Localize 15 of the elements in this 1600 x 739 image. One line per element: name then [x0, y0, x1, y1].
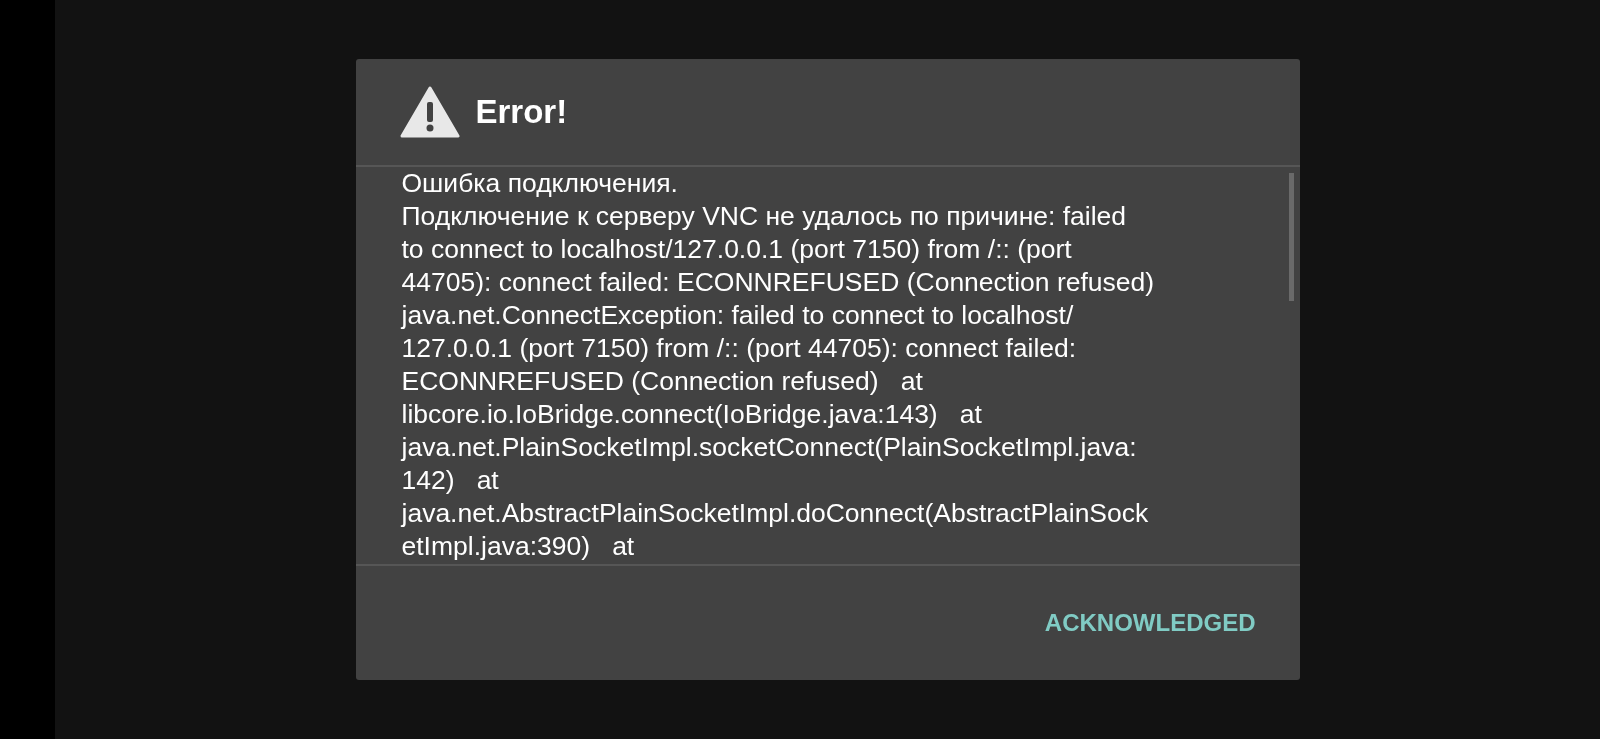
dialog-title: Error! [475, 93, 568, 131]
message-line: ECONNREFUSED (Connection refused) at [401, 365, 924, 398]
message-line: etImpl.java:390) at [401, 530, 636, 563]
acknowledge-button[interactable]: ACKNOWLEDGED [1044, 601, 1256, 645]
warning-icon [399, 86, 460, 138]
message-line: java.net.ConnectException: failed to connect to localhost/ [401, 299, 1075, 332]
message-line: 127.0.0.1 (port 7150) from /:: (port 44705): connect failed: [401, 332, 1078, 365]
message-line: Ошибка подключения. [401, 167, 679, 200]
message-line: java.net.PlainSocketImpl.socketConnect(PlainSocketImpl.java: [401, 431, 1138, 464]
message-line: libcore.io.IoBridge.connect(IoBridge.java:143) at [401, 398, 983, 431]
message-line: Подключение к серверу VNC не удалось по причине: failed [401, 200, 1128, 233]
message-line: java.net.AbstractPlainSocketImpl.doConnect(AbstractPlainSock [401, 497, 1150, 530]
message-line: to connect to localhost/127.0.0.1 (port 7150) from /:: (port [401, 233, 1073, 266]
message-line: 142) at [401, 464, 500, 497]
message-line: 44705): connect failed: ECONNREFUSED (Connection refused) [401, 266, 1156, 299]
